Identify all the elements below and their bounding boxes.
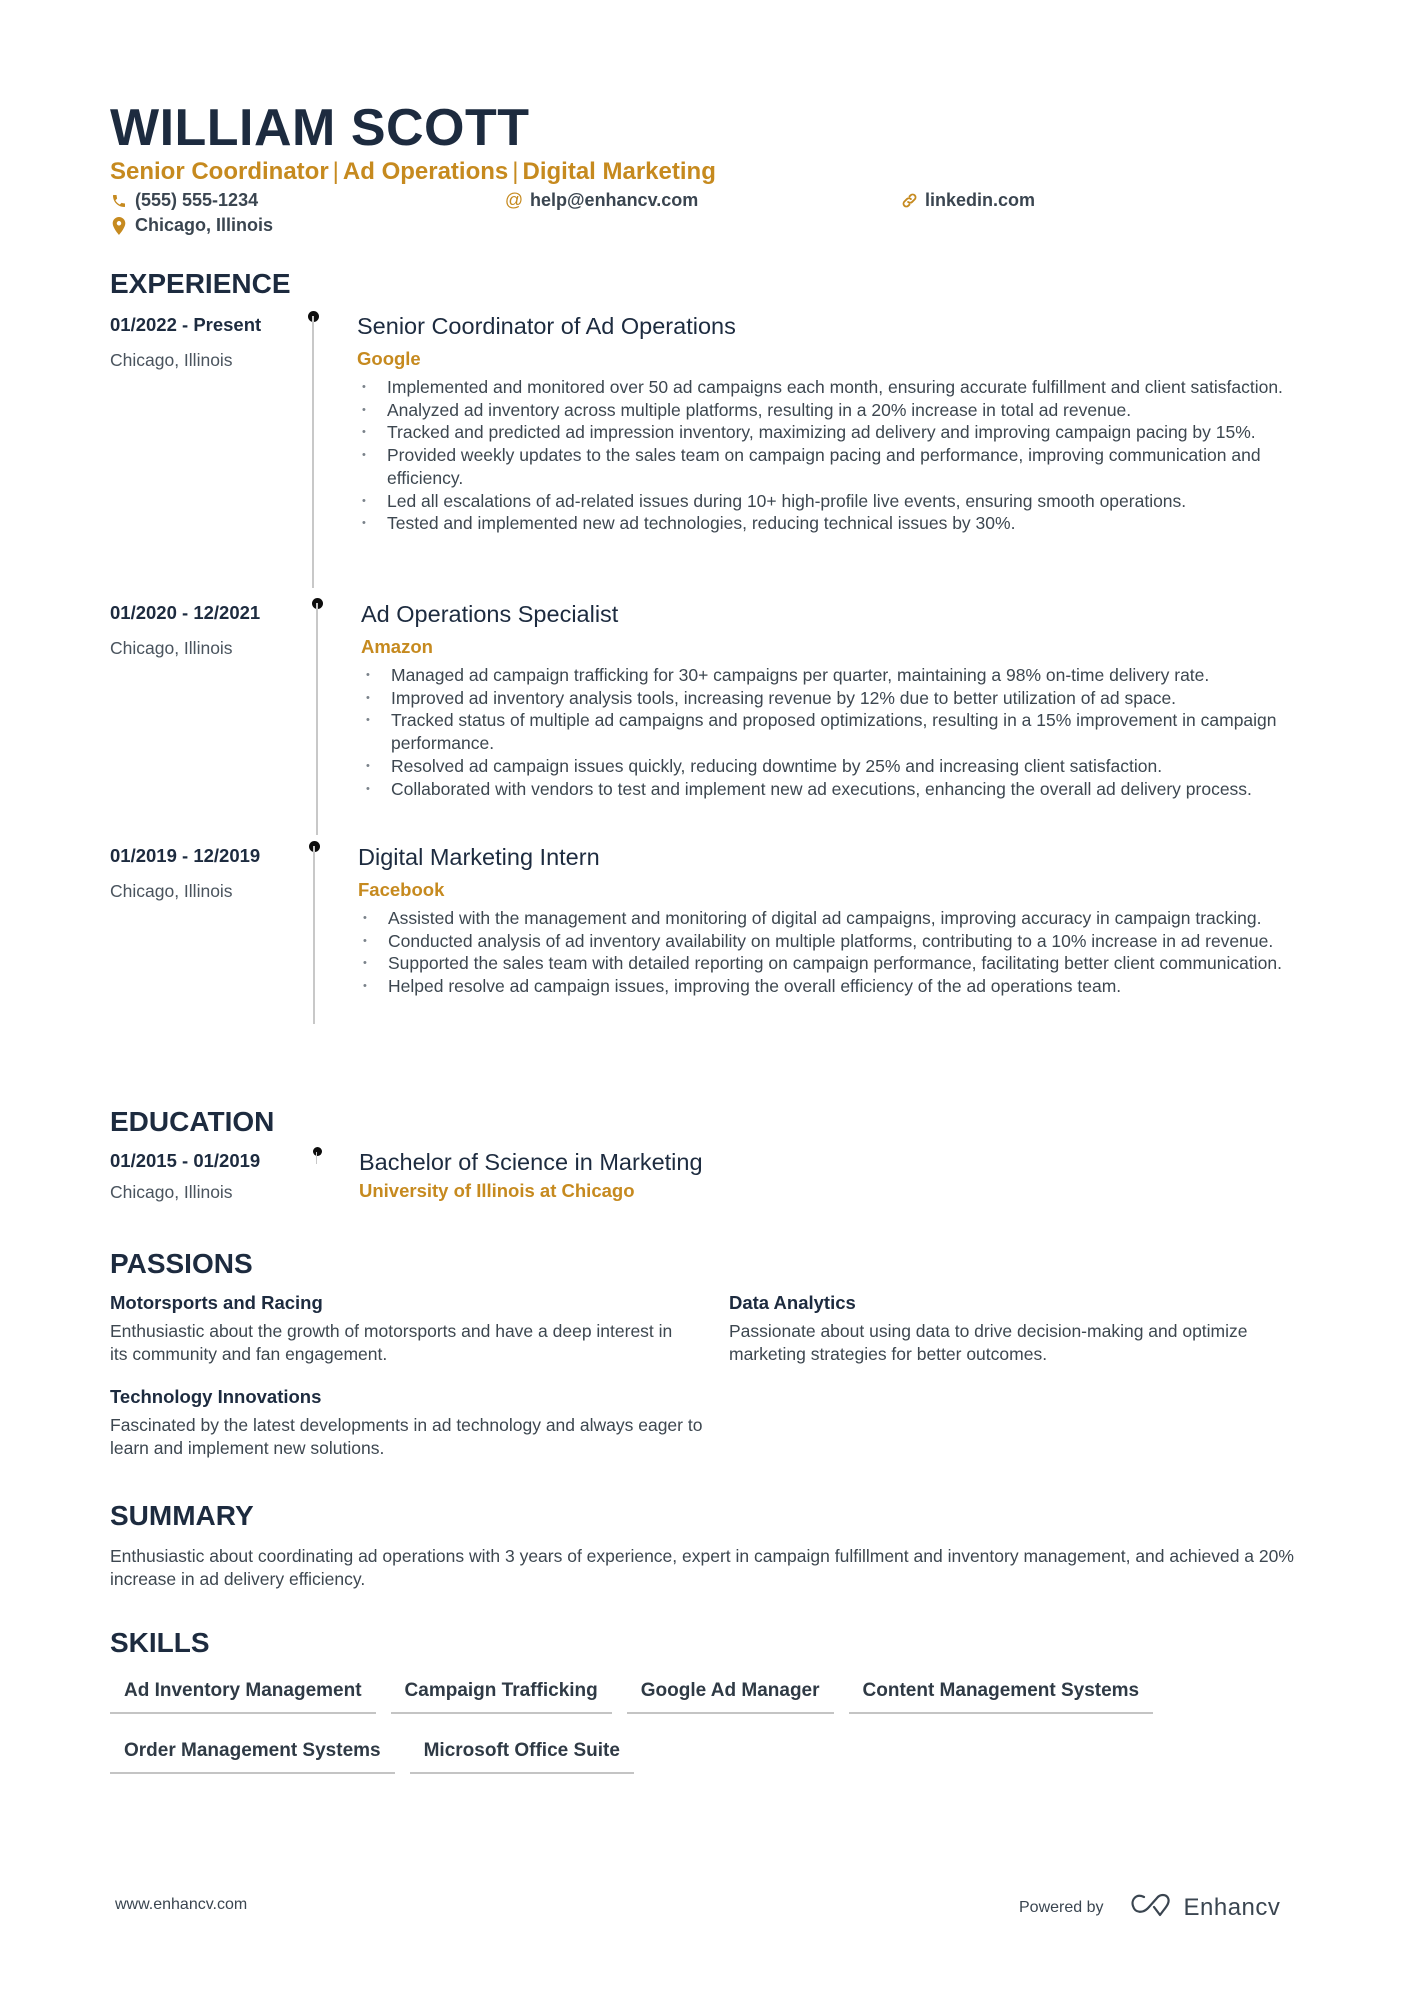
timeline-line bbox=[313, 846, 315, 1024]
headline-separator: | bbox=[332, 158, 339, 185]
passion-title: Data Analytics bbox=[729, 1292, 856, 1313]
contact-phone[interactable]: (555) 555-1234 bbox=[110, 190, 258, 211]
job-bullets: Implemented and monitored over 50 ad cam… bbox=[357, 376, 1317, 535]
job-role: Digital Marketing Intern bbox=[358, 844, 600, 870]
job-bullets: Assisted with the management and monitor… bbox=[358, 907, 1318, 998]
headline-part: Senior Coordinator bbox=[110, 158, 329, 185]
job-bullet: Led all escalations of ad-related issues… bbox=[357, 490, 1317, 513]
headline-separator: | bbox=[512, 158, 519, 185]
contact-email[interactable]: @ help@enhancv.com bbox=[505, 190, 698, 211]
job-bullet: Helped resolve ad campaign issues, impro… bbox=[358, 975, 1318, 998]
education-degree: Bachelor of Science in Marketing bbox=[359, 1149, 703, 1175]
location-value: Chicago, Illinois bbox=[135, 215, 274, 235]
headline-part: Ad Operations bbox=[342, 158, 509, 185]
job-bullet: Resolved ad campaign issues quickly, red… bbox=[361, 755, 1321, 778]
education-dates: 01/2015 - 01/2019 bbox=[110, 1150, 261, 1171]
job-bullet: Conducted analysis of ad inventory avail… bbox=[358, 930, 1318, 953]
passion-title: Technology Innovations bbox=[110, 1386, 322, 1407]
education-school: University of Illinois at Chicago bbox=[359, 1180, 635, 1201]
skill-tag: Order Management Systems bbox=[110, 1736, 395, 1774]
phone-icon bbox=[110, 192, 128, 210]
job-location: Chicago, Illinois bbox=[110, 350, 233, 370]
job-bullets: Managed ad campaign trafficking for 30+ … bbox=[361, 664, 1321, 800]
skill-tag: Microsoft Office Suite bbox=[409, 1736, 634, 1774]
passion-description: Passionate about using data to drive dec… bbox=[729, 1321, 1248, 1364]
job-bullet: Tracked status of multiple ad campaigns … bbox=[361, 709, 1321, 754]
email-value: help@enhancv.com bbox=[530, 190, 699, 210]
headline: Senior Coordinator | Ad Operations | Digital… bbox=[110, 158, 716, 186]
job-bullet: Assisted with the management and monitor… bbox=[358, 907, 1318, 930]
at-icon: @ bbox=[504, 190, 524, 210]
timeline-line bbox=[316, 603, 318, 835]
job-dates: 01/2022 - Present bbox=[110, 314, 262, 335]
job-bullet: Collaborated with vendors to test and im… bbox=[361, 778, 1321, 801]
job-dates: 01/2019 - 12/2019 bbox=[110, 845, 261, 866]
job-location: Chicago, Illinois bbox=[110, 881, 233, 901]
education-heading: EDUCATION bbox=[110, 1106, 275, 1137]
passions-heading: PASSIONS bbox=[110, 1248, 253, 1279]
candidate-name: WILLIAM SCOTT bbox=[110, 99, 530, 157]
skill-tag: Google Ad Manager bbox=[626, 1676, 834, 1714]
job-bullet: Supported the sales team with detailed r… bbox=[358, 952, 1318, 975]
job-role: Senior Coordinator of Ad Operations bbox=[357, 313, 736, 339]
skills-heading: SKILLS bbox=[110, 1627, 210, 1658]
passion-description: Enthusiastic about the growth of motorsp… bbox=[110, 1321, 673, 1364]
job-bullet: Implemented and monitored over 50 ad cam… bbox=[357, 376, 1317, 399]
contact-linkedin[interactable]: linkedin.com bbox=[900, 190, 1035, 211]
contact-location: Chicago, Illinois bbox=[110, 215, 273, 236]
job-company: Google bbox=[357, 348, 421, 369]
timeline-line bbox=[316, 1152, 317, 1164]
job-bullet: Managed ad campaign trafficking for 30+ … bbox=[361, 664, 1321, 687]
skill-tag: Content Management Systems bbox=[848, 1676, 1154, 1714]
enhancv-logo-icon bbox=[1130, 1892, 1176, 1923]
experience-heading: EXPERIENCE bbox=[110, 268, 291, 299]
job-location: Chicago, Illinois bbox=[110, 638, 233, 658]
job-role: Ad Operations Specialist bbox=[361, 601, 619, 627]
skill-tag: Campaign Trafficking bbox=[390, 1676, 612, 1714]
footer-branding[interactable]: Powered by Enhancv bbox=[1019, 1892, 1280, 1923]
headline-part: Digital Marketing bbox=[522, 158, 716, 185]
job-bullet: Tracked and predicted ad impression inve… bbox=[357, 421, 1317, 444]
linkedin-value: linkedin.com bbox=[925, 190, 1036, 210]
map-pin-icon bbox=[110, 216, 128, 235]
job-bullet: Provided weekly updates to the sales tea… bbox=[357, 444, 1317, 489]
passion-title: Motorsports and Racing bbox=[110, 1292, 323, 1313]
education-location: Chicago, Illinois bbox=[110, 1182, 233, 1202]
summary-text: Enthusiastic about coordinating ad opera… bbox=[110, 1546, 1294, 1589]
skill-tag: Ad Inventory Management bbox=[110, 1676, 376, 1714]
job-company: Facebook bbox=[358, 879, 445, 900]
timeline-dot bbox=[313, 1147, 322, 1156]
job-bullet: Analyzed ad inventory across multiple pl… bbox=[357, 399, 1317, 422]
powered-by-label: Powered by bbox=[1019, 1898, 1104, 1916]
job-bullet: Improved ad inventory analysis tools, in… bbox=[361, 687, 1321, 710]
job-company: Amazon bbox=[361, 636, 433, 657]
job-dates: 01/2020 - 12/2021 bbox=[110, 602, 261, 623]
skills-list: Ad Inventory Management Campaign Traffic… bbox=[110, 1676, 1330, 1774]
brand-name: Enhancv bbox=[1183, 1893, 1281, 1921]
passion-description: Fascinated by the latest developments in… bbox=[110, 1415, 703, 1458]
timeline-line bbox=[312, 316, 314, 588]
footer-website-link[interactable]: www.enhancv.com bbox=[115, 1896, 247, 1914]
link-icon bbox=[900, 192, 918, 210]
summary-heading: SUMMARY bbox=[110, 1500, 254, 1531]
phone-value: (555) 555-1234 bbox=[135, 190, 259, 210]
job-bullet: Tested and implemented new ad technologi… bbox=[357, 512, 1317, 535]
